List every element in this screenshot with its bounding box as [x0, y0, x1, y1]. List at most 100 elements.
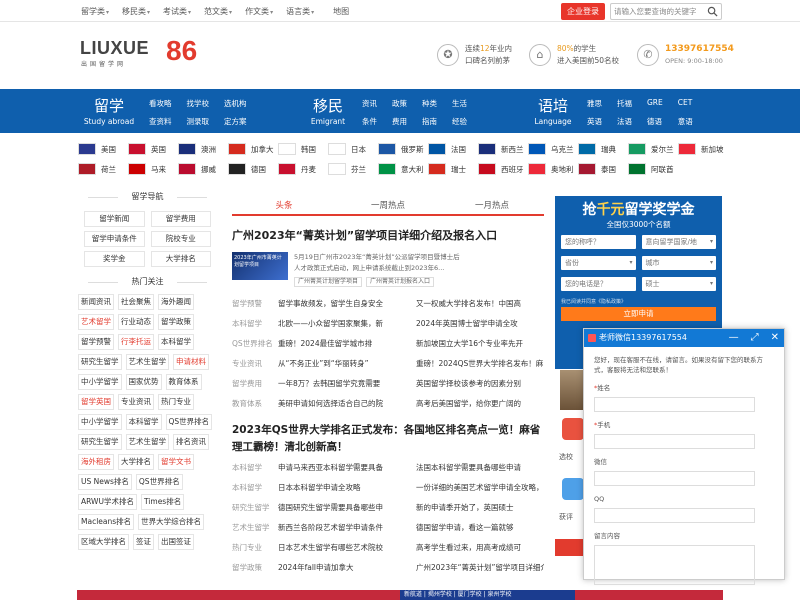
sidebar-nav-item[interactable]: 留学申请条件: [84, 231, 145, 247]
news-link[interactable]: 一年8万？去韩国留学究竟需要: [278, 374, 416, 394]
band-link[interactable]: 雅思: [587, 98, 602, 109]
hot-tag[interactable]: 行李托运: [118, 334, 154, 350]
news-category[interactable]: 热门专业: [232, 538, 278, 558]
band-link[interactable]: 德语: [647, 116, 663, 127]
chat-message-input[interactable]: [594, 545, 755, 585]
sidebar-nav-item[interactable]: 大学排名: [150, 251, 211, 267]
article-tag-button[interactable]: 广州菁英计划留学项目: [294, 277, 363, 287]
news-link[interactable]: 日本本科留学申请全攻略: [278, 478, 416, 498]
band-link[interactable]: 资讯: [362, 98, 377, 109]
bottom-banner-text[interactable]: 新航道 | 揭州学校 | 厦门学校 | 泉州学校: [400, 590, 575, 600]
flag-12[interactable]: 新加坡: [678, 142, 728, 156]
sidebar-nav-item[interactable]: 奖学金: [84, 251, 145, 267]
topnav-essay[interactable]: 范文类: [204, 6, 232, 17]
chat-header[interactable]: 老师微信13397617554 — ⤢ ✕: [584, 329, 784, 347]
news-link[interactable]: 新的申请季开始了，英国硕士: [416, 498, 544, 518]
flag-14[interactable]: 马来: [128, 162, 178, 176]
flag-7[interactable]: 法国: [428, 142, 478, 156]
band-link[interactable]: 费用: [392, 116, 407, 127]
news-link[interactable]: 高考学生看过来，用高考成绩可: [416, 538, 544, 558]
flag-15[interactable]: 挪威: [178, 162, 228, 176]
hot-tag[interactable]: 留学政策: [158, 314, 194, 330]
province-select[interactable]: 省份: [561, 256, 636, 270]
country-select[interactable]: 意向留学国家/地: [641, 235, 716, 249]
hot-tag[interactable]: QS世界排名: [165, 414, 213, 430]
hot-tag[interactable]: 海外趣闻: [158, 294, 194, 310]
news-category[interactable]: 艺术生留学: [232, 518, 278, 538]
news-link[interactable]: 重磅！2024最佳留学城市排: [278, 334, 416, 354]
news-category[interactable]: QS世界排名: [232, 334, 278, 354]
band-language-heading[interactable]: 语培 Language: [518, 95, 588, 126]
hot-tag[interactable]: 留学文书: [158, 454, 194, 470]
topnav-emigrant[interactable]: 移民类: [122, 6, 150, 17]
flag-9[interactable]: 乌克兰: [528, 142, 578, 156]
news-link[interactable]: 一份详细的美国艺术留学申请全攻略，: [416, 478, 544, 498]
news-link[interactable]: 日本艺术生留学有哪些艺术院校: [278, 538, 416, 558]
band-link[interactable]: 定方案: [224, 116, 247, 127]
band-link[interactable]: 法语: [617, 116, 632, 127]
news-link[interactable]: 2024年fall申请加拿大: [278, 558, 416, 578]
hot-tag[interactable]: 国家优势: [125, 374, 162, 390]
hot-tag[interactable]: 行业动态: [118, 314, 154, 330]
hot-tag[interactable]: 艺术生留学: [125, 434, 169, 450]
news-link[interactable]: 又一权威大学排名发布！中国高: [416, 294, 544, 314]
side-red-button[interactable]: [555, 539, 583, 556]
site-logo[interactable]: LIUXUE 出国留学网 86: [80, 35, 197, 68]
flag-18[interactable]: 芬兰: [328, 162, 378, 176]
news-link[interactable]: 2024年英国博士留学申请全攻: [416, 314, 544, 334]
news-link[interactable]: 重磅！2024QS世界大学排名发布！麻: [416, 354, 544, 374]
flag-13[interactable]: 荷兰: [78, 162, 128, 176]
topnav-language[interactable]: 语言类: [286, 6, 314, 17]
headline-2-title[interactable]: 2023年QS世界大学排名正式发布：各国地区排名亮点一览！麻省理工霸榜！清北创新…: [232, 422, 544, 458]
flag-0[interactable]: 美国: [78, 142, 128, 156]
hot-tag[interactable]: 本科留学: [125, 414, 162, 430]
news-link[interactable]: 北欧——小众留学国家聚集，新: [278, 314, 416, 334]
hot-tag[interactable]: 区域大学排名: [78, 534, 129, 550]
tab-headlines[interactable]: 头条: [232, 196, 336, 214]
hot-tag[interactable]: 社会聚焦: [118, 294, 154, 310]
news-link[interactable]: 新加坡国立大学16个专业率先开: [416, 334, 544, 354]
news-category[interactable]: 专业资讯: [232, 354, 278, 374]
hot-tag[interactable]: QS世界排名: [135, 474, 183, 490]
band-link[interactable]: 意语: [678, 116, 693, 127]
enterprise-login-button[interactable]: 企业登录: [561, 3, 605, 20]
flag-17[interactable]: 丹麦: [278, 162, 328, 176]
flag-8[interactable]: 新西兰: [478, 142, 528, 156]
hot-tag[interactable]: 排名资讯: [173, 434, 209, 450]
hot-tag[interactable]: 中小学留学: [78, 414, 122, 430]
chat-qq-input[interactable]: [594, 508, 755, 523]
flag-24[interactable]: 阿联酋: [628, 162, 678, 176]
search-input[interactable]: 请输入您要查询的关键字: [610, 3, 722, 20]
sidebar-nav-item[interactable]: 留学新闻: [84, 211, 145, 227]
band-link[interactable]: 查资料: [149, 116, 172, 127]
tab-week-hot[interactable]: 一周热点: [336, 196, 440, 214]
band-link[interactable]: 政策: [392, 98, 407, 109]
band-link[interactable]: 生活: [452, 98, 467, 109]
band-link[interactable]: 经验: [452, 116, 467, 127]
hot-tag[interactable]: 研究生留学: [78, 434, 122, 450]
news-link[interactable]: 申请马来西亚本科留学需要具备: [278, 458, 416, 478]
news-category[interactable]: 留学预警: [232, 294, 278, 314]
hot-tag[interactable]: 研究生留学: [78, 354, 122, 370]
news-link[interactable]: 从“不务正业”到“华丽转身”: [278, 354, 416, 374]
hot-tag[interactable]: 世界大学综合排名: [138, 514, 205, 530]
band-link[interactable]: 看攻略: [149, 98, 172, 109]
agree-checkbox[interactable]: 我已阅读并同意《隐私政策》: [561, 298, 716, 305]
news-link[interactable]: 高考后美国留学，给你更广阔的: [416, 394, 544, 414]
band-link[interactable]: 托福: [617, 98, 632, 109]
topnav-composition[interactable]: 作文类: [245, 6, 273, 17]
chat-wechat-input[interactable]: [594, 471, 755, 486]
hot-tag[interactable]: Times排名: [140, 494, 185, 510]
city-select[interactable]: 城市: [641, 256, 716, 270]
news-category[interactable]: 本科留学: [232, 478, 278, 498]
hot-tag[interactable]: ARWU学术排名: [78, 494, 137, 510]
flag-5[interactable]: 日本: [328, 142, 378, 156]
flag-6[interactable]: 俄罗斯: [378, 142, 428, 156]
hot-tag[interactable]: 专业资讯: [118, 394, 154, 410]
phone-field[interactable]: 您的电话是？: [561, 277, 636, 291]
hot-tag[interactable]: 艺术生留学: [125, 354, 169, 370]
name-field[interactable]: 您的称呼？: [561, 235, 636, 249]
news-link[interactable]: 新西兰各阶段艺术留学申请条件: [278, 518, 416, 538]
headline-title[interactable]: 广州2023年“菁英计划”留学项目详细介绍及报名入口: [232, 227, 544, 242]
tab-month-hot[interactable]: 一月热点: [440, 196, 544, 214]
